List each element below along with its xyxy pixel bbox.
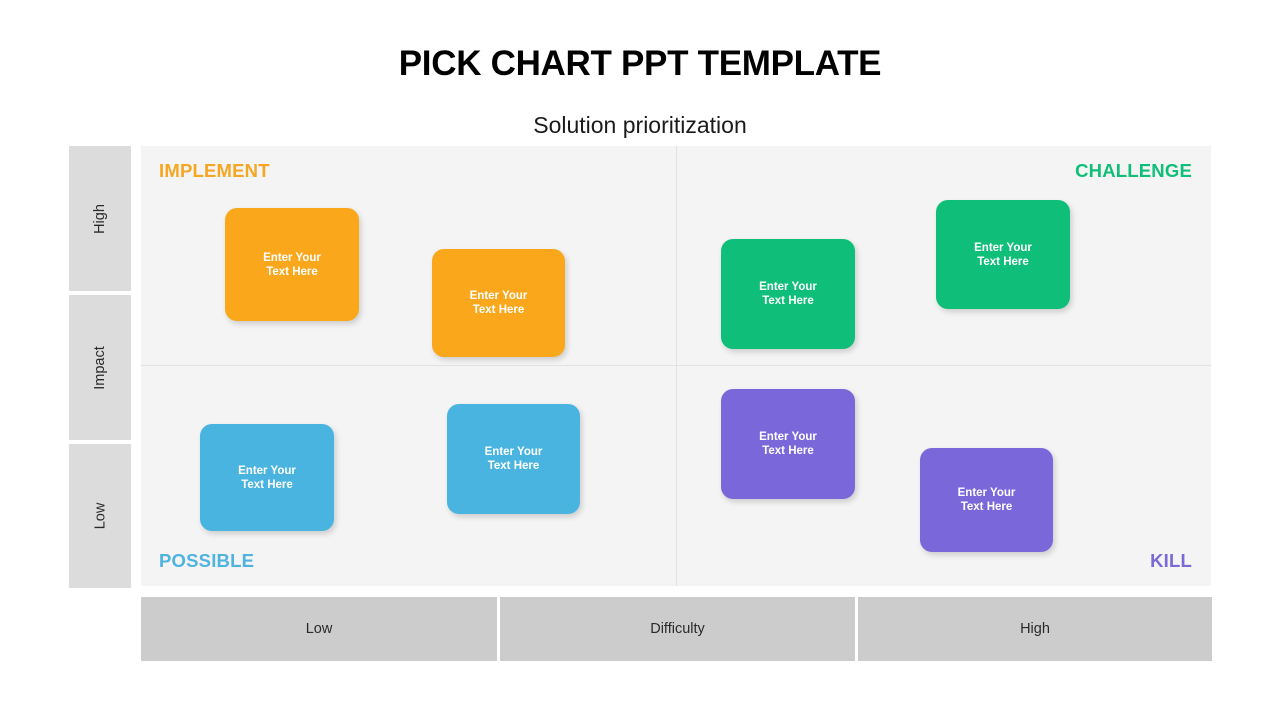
impact-axis-cell-low: Low [69, 444, 131, 588]
matrix-card-label: Enter Your Text Here [484, 446, 543, 472]
quadrant-label-possible: POSSIBLE [159, 550, 255, 571]
matrix-card[interactable]: Enter Your Text Here [936, 200, 1070, 309]
impact-axis-cell-high: High [69, 146, 131, 291]
impact-axis-cell-impact: Impact [69, 295, 131, 440]
quadrant-divider-horizontal [141, 365, 1211, 366]
quadrant-divider-vertical [676, 146, 677, 586]
impact-axis: High Impact Low [69, 146, 131, 588]
matrix-card-label: Enter Your Text Here [957, 487, 1016, 513]
difficulty-axis-cell-high: High [858, 597, 1212, 661]
quadrant-label-kill: KILL [1150, 550, 1192, 571]
impact-axis-label: Impact [91, 345, 108, 390]
matrix-card-label: Enter Your Text Here [469, 290, 528, 316]
matrix-card-label: Enter Your Text Here [263, 251, 321, 278]
quadrant-label-implement: IMPLEMENT [159, 160, 270, 181]
matrix-card[interactable]: Enter Your Text Here [721, 389, 855, 499]
matrix-card[interactable]: Enter Your Text Here [447, 404, 580, 514]
impact-axis-label: Low [91, 502, 108, 530]
pick-matrix: IMPLEMENT CHALLENGE POSSIBLE KILL Enter … [141, 146, 1211, 586]
quadrant-label-challenge: CHALLENGE [1075, 160, 1192, 181]
matrix-card-label: Enter Your Text Here [759, 431, 817, 457]
matrix-card-label: Enter Your Text Here [974, 241, 1032, 268]
difficulty-axis-cell-difficulty: Difficulty [500, 597, 855, 661]
difficulty-axis: Low Difficulty High [141, 597, 1212, 661]
page-subtitle: Solution prioritization [533, 112, 747, 138]
page-title: PICK CHART PPT TEMPLATE [398, 44, 882, 83]
matrix-card-label: Enter Your Text Here [759, 281, 817, 307]
difficulty-axis-cell-low: Low [141, 597, 497, 661]
impact-axis-label: High [91, 203, 108, 234]
matrix-card[interactable]: Enter Your Text Here [721, 239, 855, 349]
matrix-card[interactable]: Enter Your Text Here [225, 208, 359, 321]
matrix-card-label: Enter Your Text Here [238, 464, 296, 491]
matrix-card[interactable]: Enter Your Text Here [200, 424, 334, 531]
matrix-card[interactable]: Enter Your Text Here [432, 249, 565, 357]
matrix-card[interactable]: Enter Your Text Here [920, 448, 1053, 552]
